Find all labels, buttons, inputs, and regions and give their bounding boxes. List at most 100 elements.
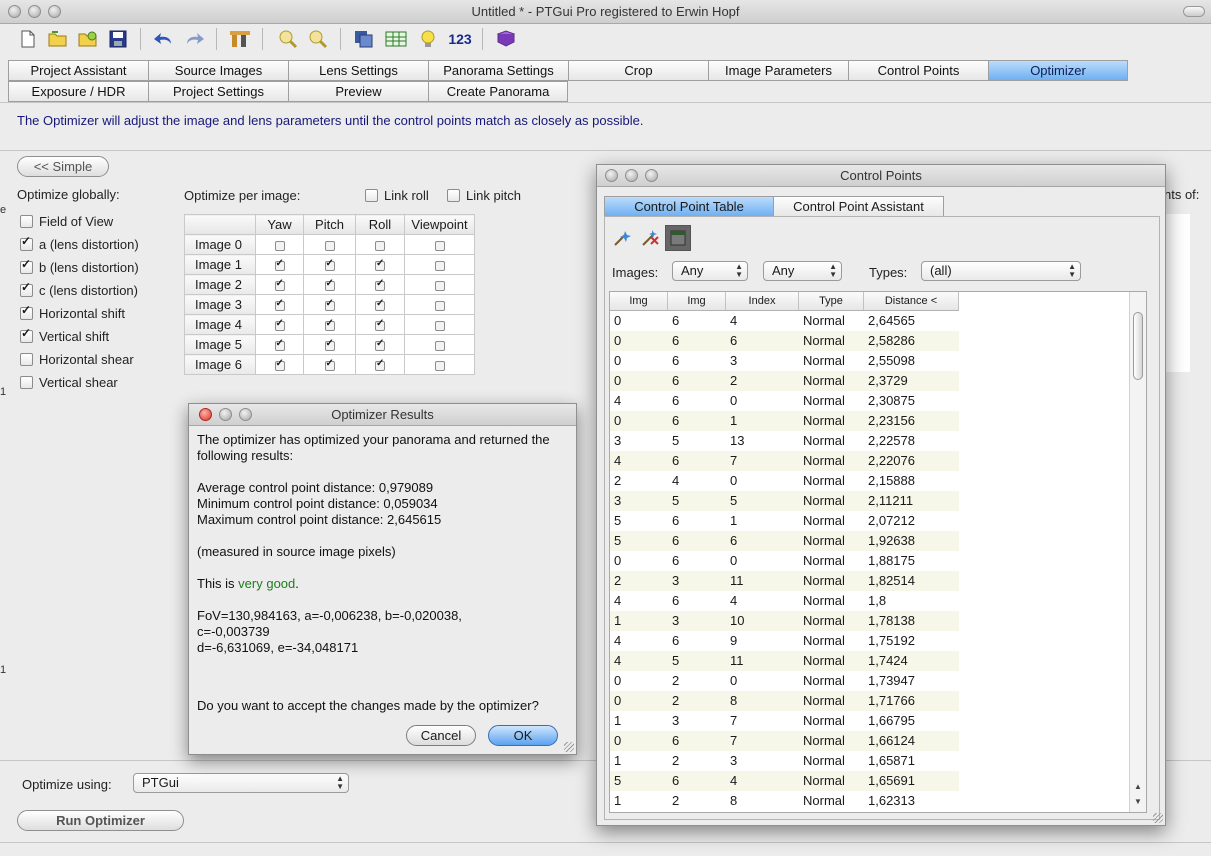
redo-icon[interactable]	[182, 27, 206, 51]
scrollbar-thumb[interactable]	[1133, 312, 1143, 380]
table-row[interactable]: 0 6 2 Normal 2,3729	[610, 371, 959, 391]
checkbox[interactable]	[20, 284, 33, 297]
pitch-checkbox[interactable]	[324, 318, 335, 331]
yaw-checkbox[interactable]	[274, 278, 285, 291]
types-filter-select[interactable]: (all) ▲ ▼	[921, 261, 1081, 281]
scroll-down-arrow-icon[interactable]: ▼	[1134, 797, 1142, 806]
column-header-type[interactable]: Type	[799, 292, 864, 310]
tab-panorama-settings[interactable]: Panorama Settings	[428, 60, 568, 81]
images-filter-select-1[interactable]: Any ▲ ▼	[672, 261, 748, 281]
checkbox[interactable]	[20, 307, 33, 320]
resize-grip[interactable]	[1153, 813, 1163, 823]
table-row[interactable]: 0 2 0 Normal 1,73947	[610, 671, 959, 691]
global-param-checkbox-row[interactable]: Vertical shift	[20, 329, 109, 344]
lightbulb-icon[interactable]	[416, 27, 440, 51]
viewpoint-checkbox[interactable]	[434, 260, 445, 271]
table-row[interactable]: 5 6 4 Normal 1,65691	[610, 771, 959, 791]
yaw-checkbox[interactable]	[274, 240, 285, 251]
images-filter-select-2[interactable]: Any ▲ ▼	[763, 261, 842, 281]
table-row[interactable]: 2 3 11 Normal 1,82514	[610, 571, 959, 591]
table-row[interactable]: 1 2 3 Normal 1,65871	[610, 751, 959, 771]
roll-checkbox[interactable]	[375, 258, 385, 271]
pitch-checkbox[interactable]	[324, 298, 335, 311]
table-row[interactable]: 4 5 11 Normal 1,7424	[610, 651, 959, 671]
checkbox[interactable]	[20, 238, 33, 251]
roll-checkbox[interactable]	[375, 278, 385, 291]
checkbox[interactable]	[365, 189, 378, 202]
tab-control-point-table[interactable]: Control Point Table	[604, 196, 774, 217]
simple-mode-button[interactable]: << Simple	[17, 156, 109, 177]
yaw-checkbox[interactable]	[274, 258, 285, 271]
delete-points-icon[interactable]	[637, 225, 663, 251]
checkbox[interactable]	[447, 189, 460, 202]
table-row[interactable]: 0 2 8 Normal 1,71766	[610, 691, 959, 711]
column-header-img-1[interactable]: Img	[610, 292, 668, 310]
run-optimizer-button[interactable]: Run Optimizer	[17, 810, 184, 831]
tab-project-settings[interactable]: Project Settings	[148, 81, 288, 102]
table-row[interactable]: 0 6 4 Normal 2,64565	[610, 311, 959, 331]
link-roll-checkbox[interactable]: Link roll	[365, 188, 429, 203]
column-header-index[interactable]: Index	[726, 292, 799, 310]
roll-checkbox[interactable]	[375, 240, 385, 251]
toolbar-toggle-button[interactable]	[1183, 6, 1205, 17]
open-icon[interactable]	[46, 27, 70, 51]
open-recent-icon[interactable]	[76, 27, 100, 51]
viewpoint-checkbox[interactable]	[434, 340, 445, 351]
viewpoint-checkbox[interactable]	[434, 360, 445, 371]
global-param-checkbox-row[interactable]: Field of View	[20, 214, 113, 229]
resize-grip[interactable]	[564, 742, 574, 752]
magic-wand-icon[interactable]	[609, 225, 635, 251]
global-param-checkbox-row[interactable]: c (lens distortion)	[20, 283, 138, 298]
viewpoint-checkbox[interactable]	[434, 300, 445, 311]
viewpoint-checkbox[interactable]	[434, 240, 445, 251]
checkbox[interactable]	[20, 330, 33, 343]
global-param-checkbox-row[interactable]: Horizontal shift	[20, 306, 125, 321]
undo-icon[interactable]	[152, 27, 176, 51]
table-row[interactable]: 2 4 0 Normal 2,15888	[610, 471, 959, 491]
link-pitch-checkbox[interactable]: Link pitch	[447, 188, 521, 203]
yaw-checkbox[interactable]	[274, 358, 285, 371]
pitch-checkbox[interactable]	[324, 278, 335, 291]
book-icon[interactable]	[494, 27, 518, 51]
copy-panel-icon[interactable]	[352, 27, 376, 51]
new-icon[interactable]	[16, 27, 40, 51]
table-row[interactable]: 5 6 6 Normal 1,92638	[610, 531, 959, 551]
pitch-checkbox[interactable]	[324, 358, 335, 371]
column-header-img-2[interactable]: Img	[668, 292, 726, 310]
pitch-checkbox[interactable]	[324, 258, 335, 271]
checkbox[interactable]	[20, 261, 33, 274]
roll-checkbox[interactable]	[375, 358, 385, 371]
table-row[interactable]: 3 5 13 Normal 2,22578	[610, 431, 959, 451]
global-param-checkbox-row[interactable]: Vertical shear	[20, 375, 118, 390]
yaw-checkbox[interactable]	[274, 338, 285, 351]
yaw-checkbox[interactable]	[274, 318, 285, 331]
pitch-checkbox[interactable]	[324, 338, 335, 351]
roll-checkbox[interactable]	[375, 338, 385, 351]
tab-project-assistant[interactable]: Project Assistant	[8, 60, 148, 81]
pitch-checkbox[interactable]	[324, 240, 335, 251]
table-row[interactable]: 5 6 1 Normal 2,07212	[610, 511, 959, 531]
table-row[interactable]: 0 6 0 Normal 1,88175	[610, 551, 959, 571]
table-row[interactable]: 3 5 5 Normal 2,11211	[610, 491, 959, 511]
numbering-icon[interactable]: 123	[446, 27, 474, 51]
global-param-checkbox-row[interactable]: b (lens distortion)	[20, 260, 139, 275]
checkbox[interactable]	[20, 376, 33, 389]
table-row[interactable]: 1 3 10 Normal 1,78138	[610, 611, 959, 631]
tab-control-point-assistant[interactable]: Control Point Assistant	[774, 196, 944, 217]
table-row[interactable]: 0 6 6 Normal 2,58286	[610, 331, 959, 351]
tab-preview[interactable]: Preview	[288, 81, 428, 102]
table-icon[interactable]	[384, 27, 408, 51]
viewpoint-checkbox[interactable]	[434, 280, 445, 291]
zoom-out-icon[interactable]	[306, 27, 330, 51]
tab-exposure-hdr[interactable]: Exposure / HDR	[8, 81, 148, 102]
checkbox[interactable]	[20, 215, 33, 228]
vertical-scrollbar[interactable]: ▲ ▼	[1129, 292, 1146, 812]
global-param-checkbox-row[interactable]: a (lens distortion)	[20, 237, 139, 252]
global-param-checkbox-row[interactable]: Horizontal shear	[20, 352, 134, 367]
table-row[interactable]: 1 2 8 Normal 1,62313	[610, 791, 959, 811]
tab-control-points[interactable]: Control Points	[848, 60, 988, 81]
table-row[interactable]: 1 3 7 Normal 1,66795	[610, 711, 959, 731]
cancel-button[interactable]: Cancel	[406, 725, 476, 746]
roll-checkbox[interactable]	[375, 318, 385, 331]
table-row[interactable]: 0 6 1 Normal 2,23156	[610, 411, 959, 431]
